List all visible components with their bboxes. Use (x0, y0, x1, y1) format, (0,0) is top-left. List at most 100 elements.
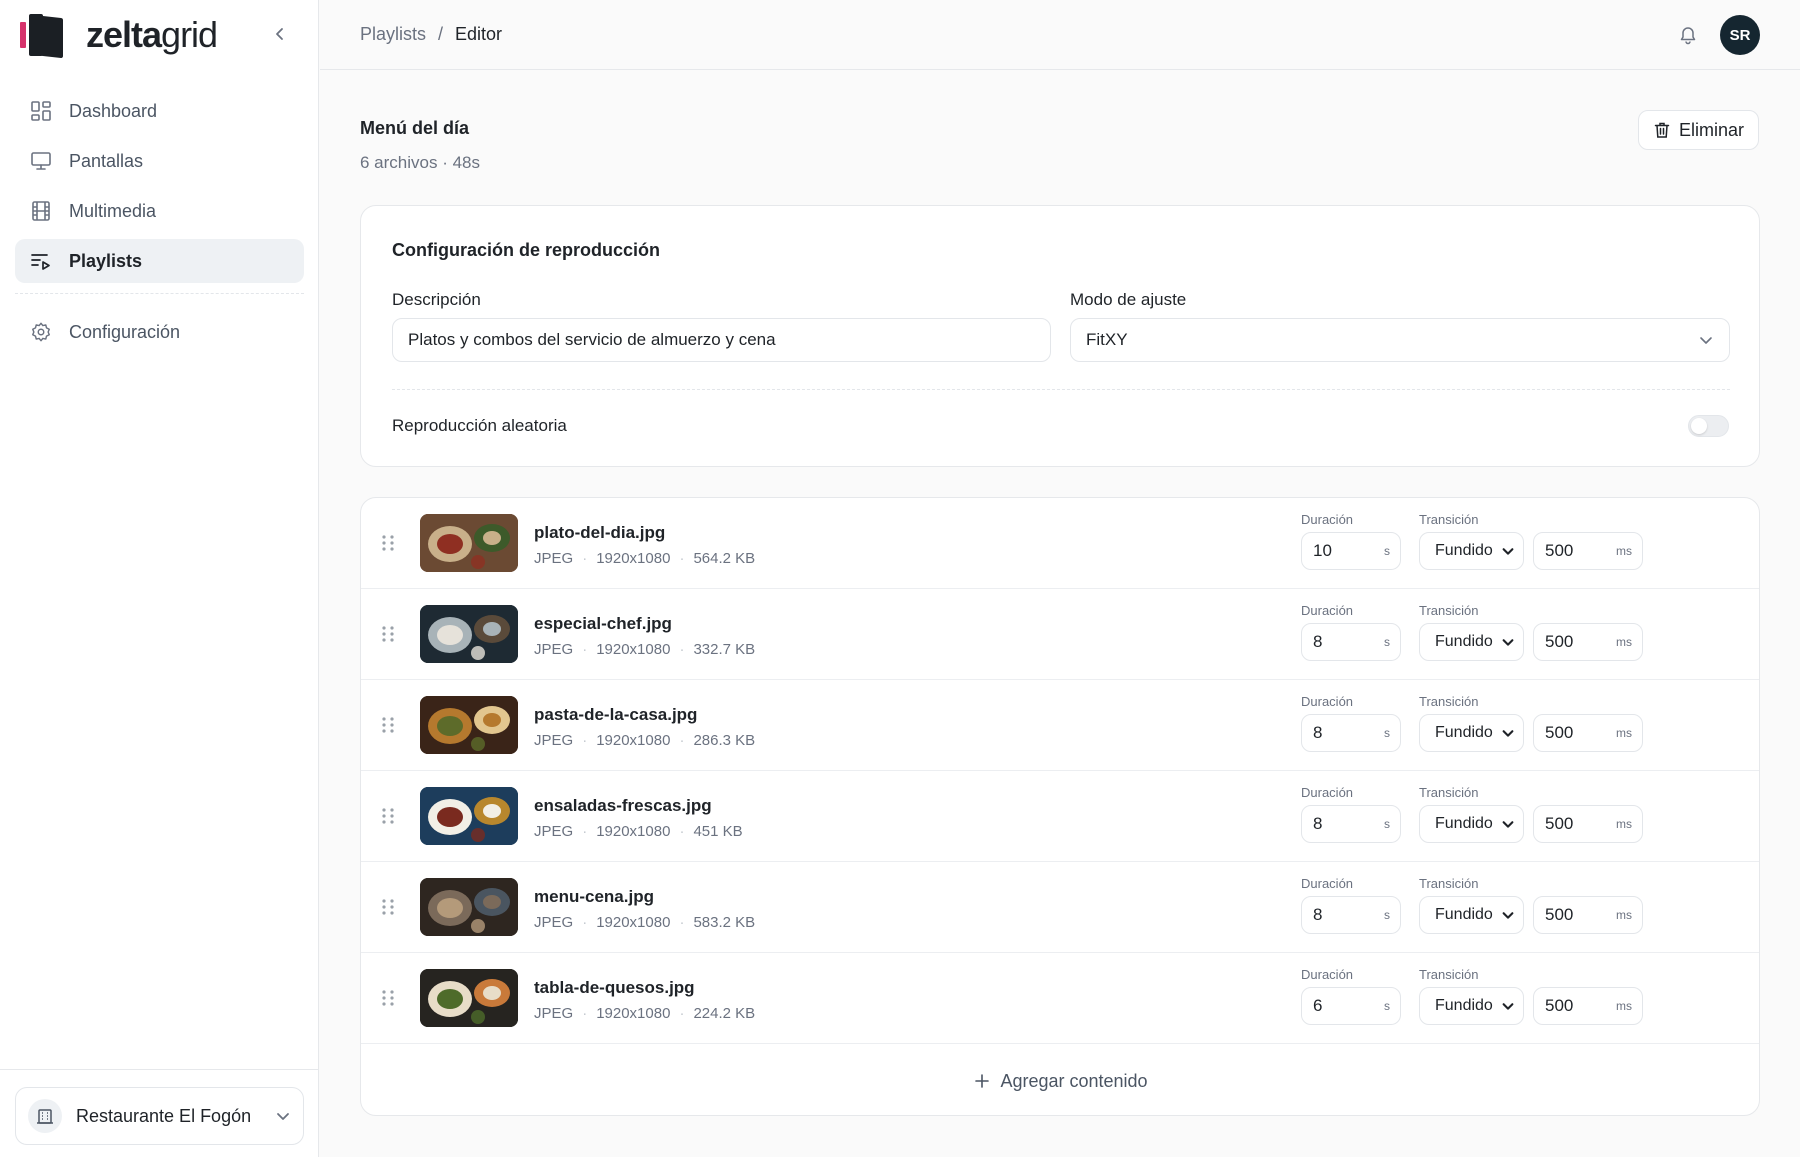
transition-select[interactable]: Fundido (1419, 805, 1524, 843)
nav-item-label: Dashboard (69, 100, 158, 121)
plus-icon (975, 1074, 990, 1088)
nav-item-label: Configuración (69, 321, 181, 342)
food-image-thumbnail (420, 787, 518, 845)
meta-separator: · (679, 732, 685, 749)
transition-label: Transición (1419, 603, 1479, 618)
item-resolution: 1920x1080 (596, 823, 671, 840)
breadcrumb-editor: Editor (455, 24, 503, 44)
playlist-item-row: plato-del-dia.jpg JPEG · 1920x1080 · 564… (361, 498, 1759, 589)
ms-unit: ms (1616, 544, 1632, 558)
food-image-thumbnail (420, 878, 518, 936)
transition-ms-input[interactable]: 500 ms (1533, 623, 1643, 661)
ms-unit: ms (1616, 908, 1632, 922)
duration-label: Duración (1301, 967, 1354, 982)
nav-item-playlists[interactable]: Playlists (15, 239, 304, 283)
collapse-sidebar-button[interactable] (268, 22, 292, 46)
item-resolution: 1920x1080 (596, 550, 671, 567)
chevron-down-icon (277, 1113, 289, 1120)
brand-logo[interactable]: zeltagrid (20, 12, 218, 59)
seconds-unit: s (1384, 726, 1390, 740)
delete-button-label: Eliminar (1678, 119, 1744, 140)
breadcrumb-playlists[interactable]: Playlists (360, 24, 426, 45)
delete-button[interactable]: Eliminar (1638, 110, 1759, 150)
transition-ms-input[interactable]: 500 ms (1533, 805, 1643, 843)
meta-separator: · (582, 1005, 588, 1022)
meta-separator: · (582, 914, 588, 931)
film-icon (29, 199, 53, 223)
transition-ms-value: 500 (1545, 632, 1574, 651)
playlist-item-row: especial-chef.jpg JPEG · 1920x1080 · 332… (361, 589, 1759, 680)
add-content-label: Agregar contenido (1000, 1070, 1148, 1091)
item-filename: plato-del-dia.jpg (534, 523, 666, 542)
duration-label: Duración (1301, 694, 1354, 709)
fit-mode-select[interactable]: FitXY (1070, 318, 1730, 362)
food-image-thumbnail (420, 605, 518, 663)
drag-handle-icon[interactable] (381, 625, 395, 643)
duration-input[interactable]: 8 s (1301, 896, 1401, 934)
nav-item-dashboard[interactable]: Dashboard (15, 89, 304, 133)
monitor-icon (29, 149, 53, 173)
transition-ms-input[interactable]: 500 ms (1533, 714, 1643, 752)
transition-select[interactable]: Fundido (1419, 714, 1524, 752)
notifications-button[interactable] (1675, 22, 1701, 48)
transition-ms-input[interactable]: 500 ms (1533, 532, 1643, 570)
meta-separator: · (679, 823, 685, 840)
seconds-unit: s (1384, 908, 1390, 922)
item-thumbnail[interactable] (420, 878, 518, 936)
gear-icon (29, 320, 53, 344)
duration-input[interactable]: 8 s (1301, 623, 1401, 661)
description-input[interactable]: Platos y combos del servicio de almuerzo… (392, 318, 1051, 362)
ms-unit: ms (1616, 817, 1632, 831)
item-thumbnail[interactable] (420, 787, 518, 845)
meta-separator: · (679, 641, 685, 658)
drag-handle-icon[interactable] (381, 716, 395, 734)
top-bar: Playlists / Editor SR (320, 0, 1800, 70)
duration-input[interactable]: 6 s (1301, 987, 1401, 1025)
user-avatar[interactable]: SR (1720, 15, 1760, 55)
transition-value: Fundido (1435, 633, 1493, 650)
nav-item-label: Playlists (69, 250, 143, 271)
duration-input[interactable]: 8 s (1301, 805, 1401, 843)
duration-input[interactable]: 10 s (1301, 532, 1401, 570)
duration-input[interactable]: 8 s (1301, 714, 1401, 752)
transition-ms-input[interactable]: 500 ms (1533, 987, 1643, 1025)
item-thumbnail[interactable] (420, 696, 518, 754)
transition-select[interactable]: Fundido (1419, 896, 1524, 934)
item-resolution: 1920x1080 (596, 732, 671, 749)
drag-handle-icon[interactable] (381, 989, 395, 1007)
shuffle-label: Reproducción aleatoria (392, 416, 567, 435)
transition-select[interactable]: Fundido (1419, 987, 1524, 1025)
ms-unit: ms (1616, 635, 1632, 649)
chevron-left-icon (276, 28, 283, 40)
food-image-thumbnail (420, 514, 518, 572)
item-filename: especial-chef.jpg (534, 614, 672, 633)
nav-item-multimedia[interactable]: Multimedia (15, 189, 304, 233)
playlist-item-row: tabla-de-quesos.jpg JPEG · 1920x1080 · 2… (361, 953, 1759, 1044)
add-content-button[interactable]: Agregar contenido (361, 1046, 1759, 1115)
item-thumbnail[interactable] (420, 514, 518, 572)
item-metadata: JPEG · 1920x1080 · 224.2 KB (534, 1005, 755, 1022)
drag-handle-icon[interactable] (381, 898, 395, 916)
org-footer: Restaurante El Fogón (0, 1069, 319, 1157)
transition-select[interactable]: Fundido (1419, 623, 1524, 661)
organization-switcher[interactable]: Restaurante El Fogón (15, 1087, 304, 1145)
item-size: 451 KB (693, 823, 743, 840)
nav-item-configuracion[interactable]: Configuración (15, 310, 304, 354)
shuffle-toggle[interactable] (1688, 415, 1729, 437)
description-label: Descripción (392, 290, 481, 309)
item-metadata: JPEG · 1920x1080 · 564.2 KB (534, 550, 755, 567)
transition-label: Transición (1419, 967, 1479, 982)
transition-ms-input[interactable]: 500 ms (1533, 896, 1643, 934)
drag-handle-icon[interactable] (381, 534, 395, 552)
transition-value: Fundido (1435, 906, 1493, 923)
item-thumbnail[interactable] (420, 605, 518, 663)
dashboard-icon (29, 99, 53, 123)
transition-select[interactable]: Fundido (1419, 532, 1524, 570)
meta-separator: · (582, 823, 588, 840)
building-icon (28, 1099, 62, 1133)
drag-handle-icon[interactable] (381, 807, 395, 825)
item-thumbnail[interactable] (420, 969, 518, 1027)
description-value: Platos y combos del servicio de almuerzo… (408, 330, 776, 349)
nav-item-pantallas[interactable]: Pantallas (15, 139, 304, 183)
main-nav: Dashboard Pantallas Multimedia Playlists (15, 89, 304, 360)
